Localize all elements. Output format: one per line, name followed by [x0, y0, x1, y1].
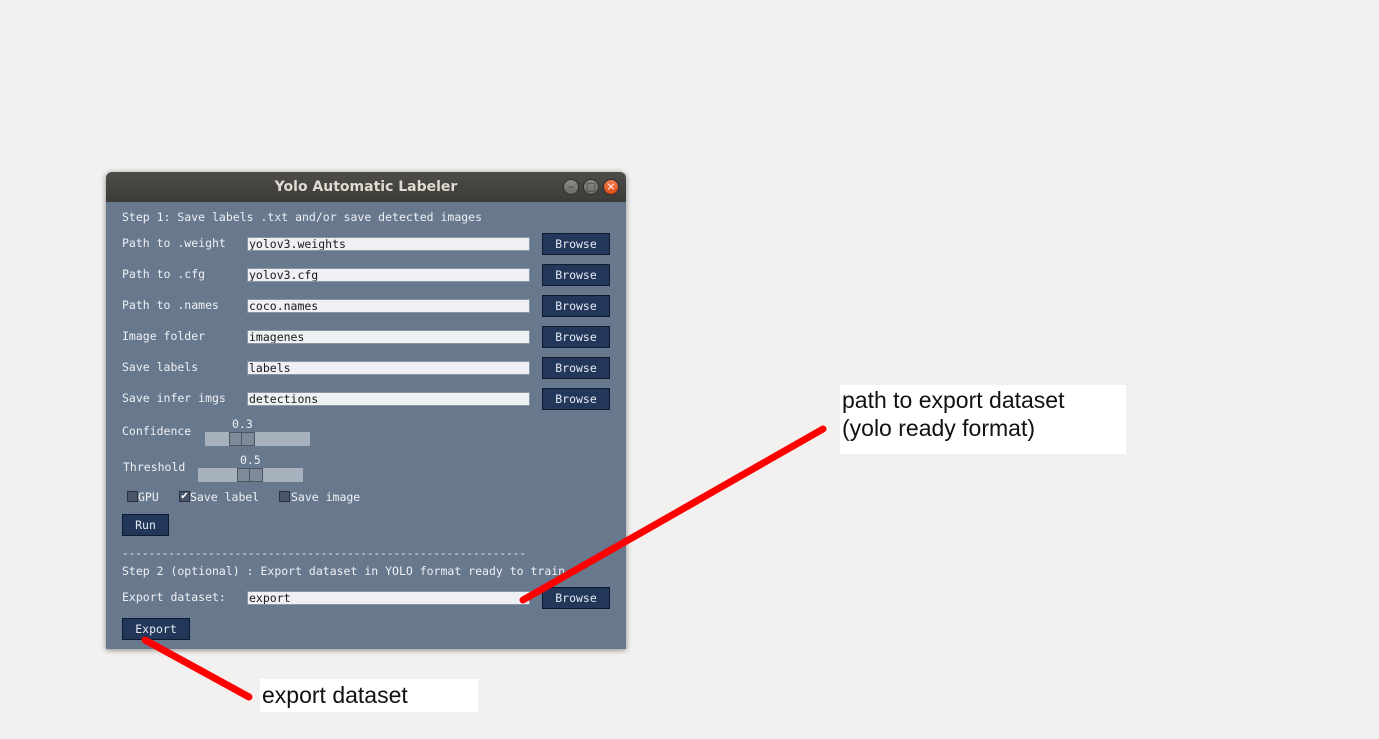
path-annotation-arrow: [519, 425, 827, 604]
export-annotation-arrow: [141, 636, 253, 701]
path-annotation-note: path to export dataset (yolo ready forma…: [840, 385, 1126, 454]
path-annotation-line2: (yolo ready format): [842, 415, 1036, 441]
path-annotation-line1: path to export dataset: [842, 387, 1065, 413]
export-annotation-note: export dataset: [260, 679, 478, 712]
annotation-arrows: [141, 425, 827, 701]
